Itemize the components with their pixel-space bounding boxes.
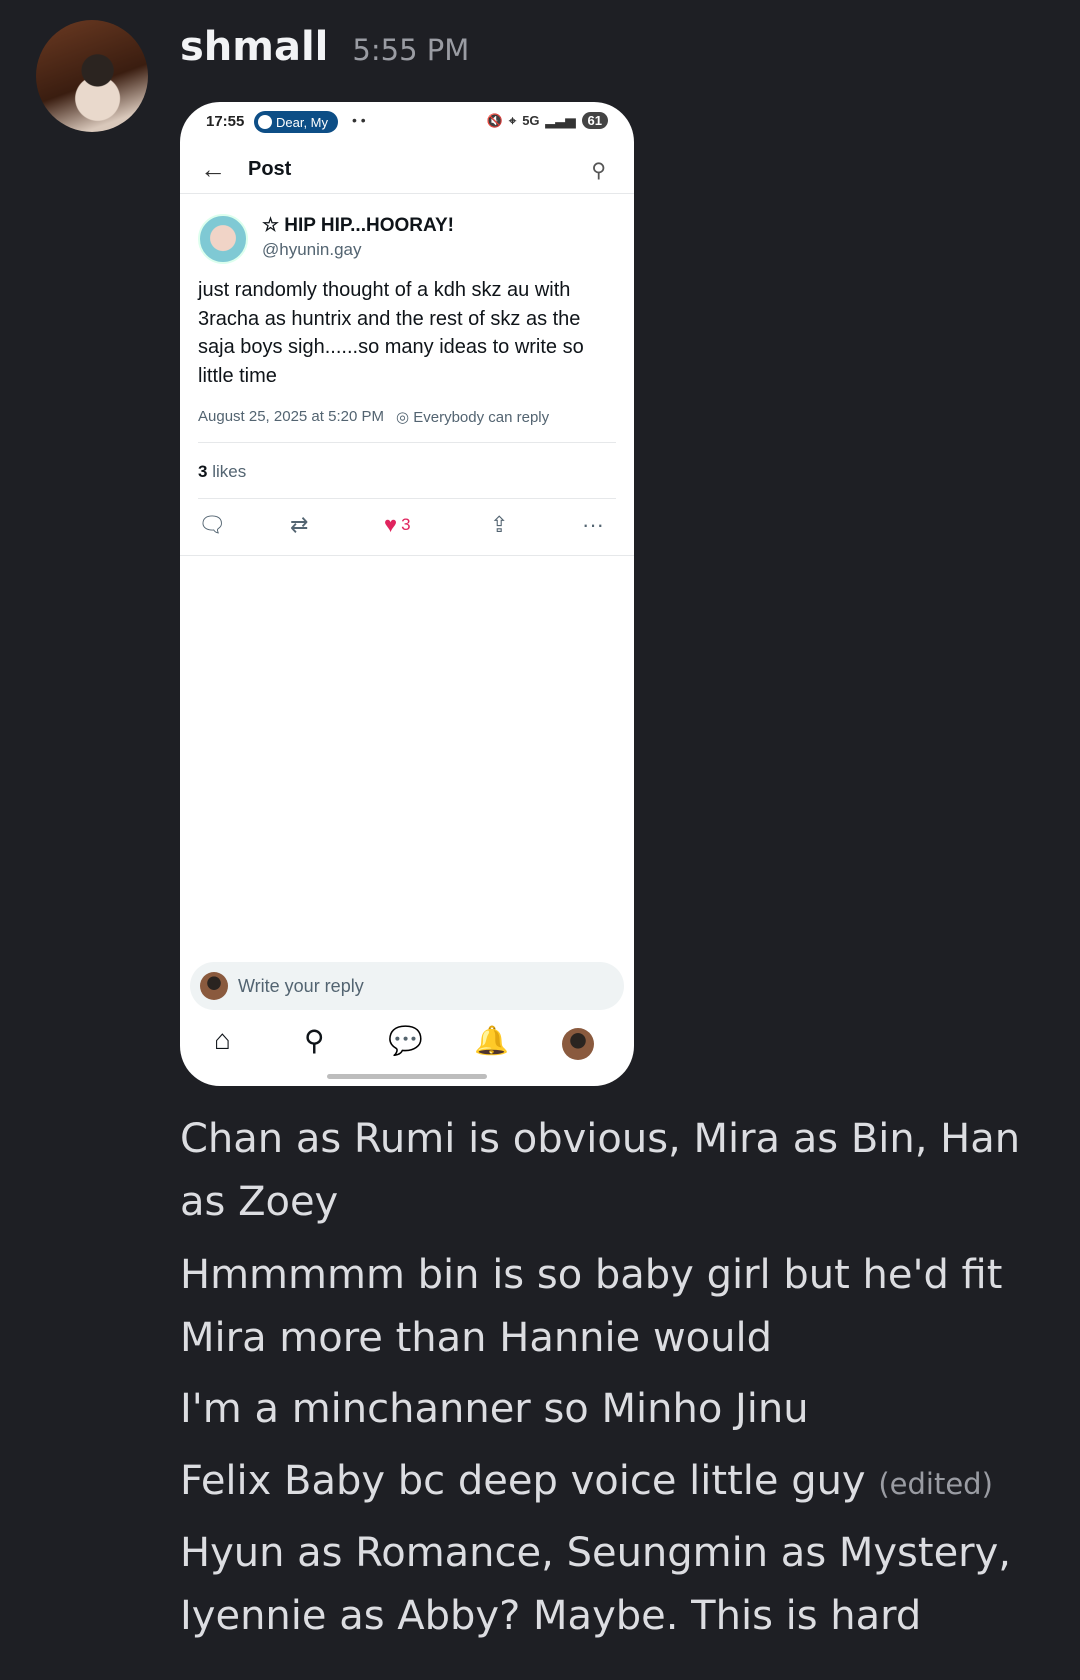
status-right: 🔇 ⌖ 5G ▂▃▅ 61 — [487, 112, 608, 129]
spotify-label: Dear, My — [276, 114, 329, 130]
reply-placeholder: Write your reply — [238, 976, 364, 996]
heart-icon: ♥ 3 — [384, 512, 411, 537]
likes-count: 3 — [198, 462, 208, 481]
author-name: ☆ HIP HIP...HOORAY! — [262, 215, 454, 236]
message-line-1: Chan as Rumi is obvious, Mira as Bin, Ha… — [180, 1108, 1060, 1234]
author-handle: @hyunin.gay — [262, 240, 362, 259]
comment-icon: 🗨 — [198, 512, 226, 537]
reply-avatar — [200, 972, 228, 1000]
home-icon: ⌂ — [214, 1024, 231, 1055]
filter-icon: ⚲ — [591, 160, 606, 182]
bell-icon: 🔔 — [474, 1025, 509, 1056]
message-text: Chan as Rumi is obvious, Mira as Bin, Ha… — [180, 1116, 1021, 1225]
battery-indicator: 61 — [581, 112, 608, 129]
edited-marker: (edited) — [878, 1467, 993, 1501]
divider — [198, 442, 616, 443]
user-avatar[interactable] — [36, 20, 148, 132]
share-icon: ⇪ — [490, 512, 509, 537]
location-icon: ⌖ — [508, 112, 517, 128]
screenshot-attachment[interactable]: 17:55 Dear, My • • 🔇 ⌖ 5G ▂▃▅ 61 ← Post … — [180, 102, 634, 1086]
signal-icon: ▂▃▅ — [545, 112, 576, 128]
message-text: Hmmmmm bin is so baby girl but he'd fit … — [180, 1252, 1003, 1361]
post-actions: 🗨 ⇄ ♥ 3 ⇪ ··· — [180, 500, 634, 556]
post-date: August 25, 2025 at 5:20 PM — [198, 408, 384, 425]
chat-icon: 💬 — [388, 1025, 423, 1056]
post-title: Post — [248, 158, 292, 180]
spotify-pill: Dear, My — [254, 111, 339, 133]
message-line-4: Felix Baby bc deep voice little guy (edi… — [180, 1450, 1060, 1516]
message-line-5: Hyun as Romance, Seungmin as Mystery, Iy… — [180, 1522, 1060, 1648]
back-arrow-icon: ← — [200, 154, 226, 184]
post-text: just randomly thought of a kdh skz au wi… — [198, 279, 584, 387]
likes-label: likes — [212, 462, 247, 481]
divider — [198, 498, 616, 499]
repost-icon: ⇄ — [290, 512, 309, 537]
message-line-3: I'm a minchanner so Minho Jinu — [180, 1378, 1060, 1441]
timestamp: 5:55 PM — [352, 33, 470, 67]
post-nav-bar: ← Post ⚲ — [180, 146, 634, 194]
status-misc: • • — [352, 112, 366, 128]
message-text: Felix Baby bc deep voice little guy — [180, 1458, 866, 1504]
status-bar: 17:55 Dear, My • • 🔇 ⌖ 5G ▂▃▅ 61 — [180, 102, 634, 142]
username[interactable]: shmall — [180, 24, 328, 70]
more-icon: ··· — [582, 512, 604, 537]
search-icon: ⚲ — [304, 1025, 325, 1056]
message-line-2: Hmmmmm bin is so baby girl but he'd fit … — [180, 1244, 1060, 1370]
message-header: shmall 5:55 PM — [180, 24, 469, 80]
message-text: Hyun as Romance, Seungmin as Mystery, Iy… — [180, 1530, 1012, 1639]
author-avatar — [198, 214, 248, 264]
globe-icon: ◎ — [395, 409, 410, 426]
bottom-nav: ⌂ ⚲ 💬 🔔 — [180, 1018, 634, 1068]
status-time: 17:55 — [206, 113, 245, 130]
home-indicator — [327, 1074, 487, 1079]
likes-summary: 3 likes — [198, 462, 246, 482]
spotify-icon — [258, 115, 272, 129]
reply-setting-label: Everybody can reply — [413, 409, 550, 426]
post-meta: August 25, 2025 at 5:20 PM ◎ Everybody c… — [198, 408, 549, 426]
heart-count: 3 — [401, 515, 411, 534]
mute-icon: 🔇 — [486, 112, 503, 128]
reply-setting: ◎ Everybody can reply — [396, 408, 549, 426]
reply-box: Write your reply — [190, 962, 624, 1010]
message-text: I'm a minchanner so Minho Jinu — [180, 1386, 809, 1432]
network-label: 5G — [522, 113, 540, 128]
profile-avatar — [562, 1028, 594, 1060]
